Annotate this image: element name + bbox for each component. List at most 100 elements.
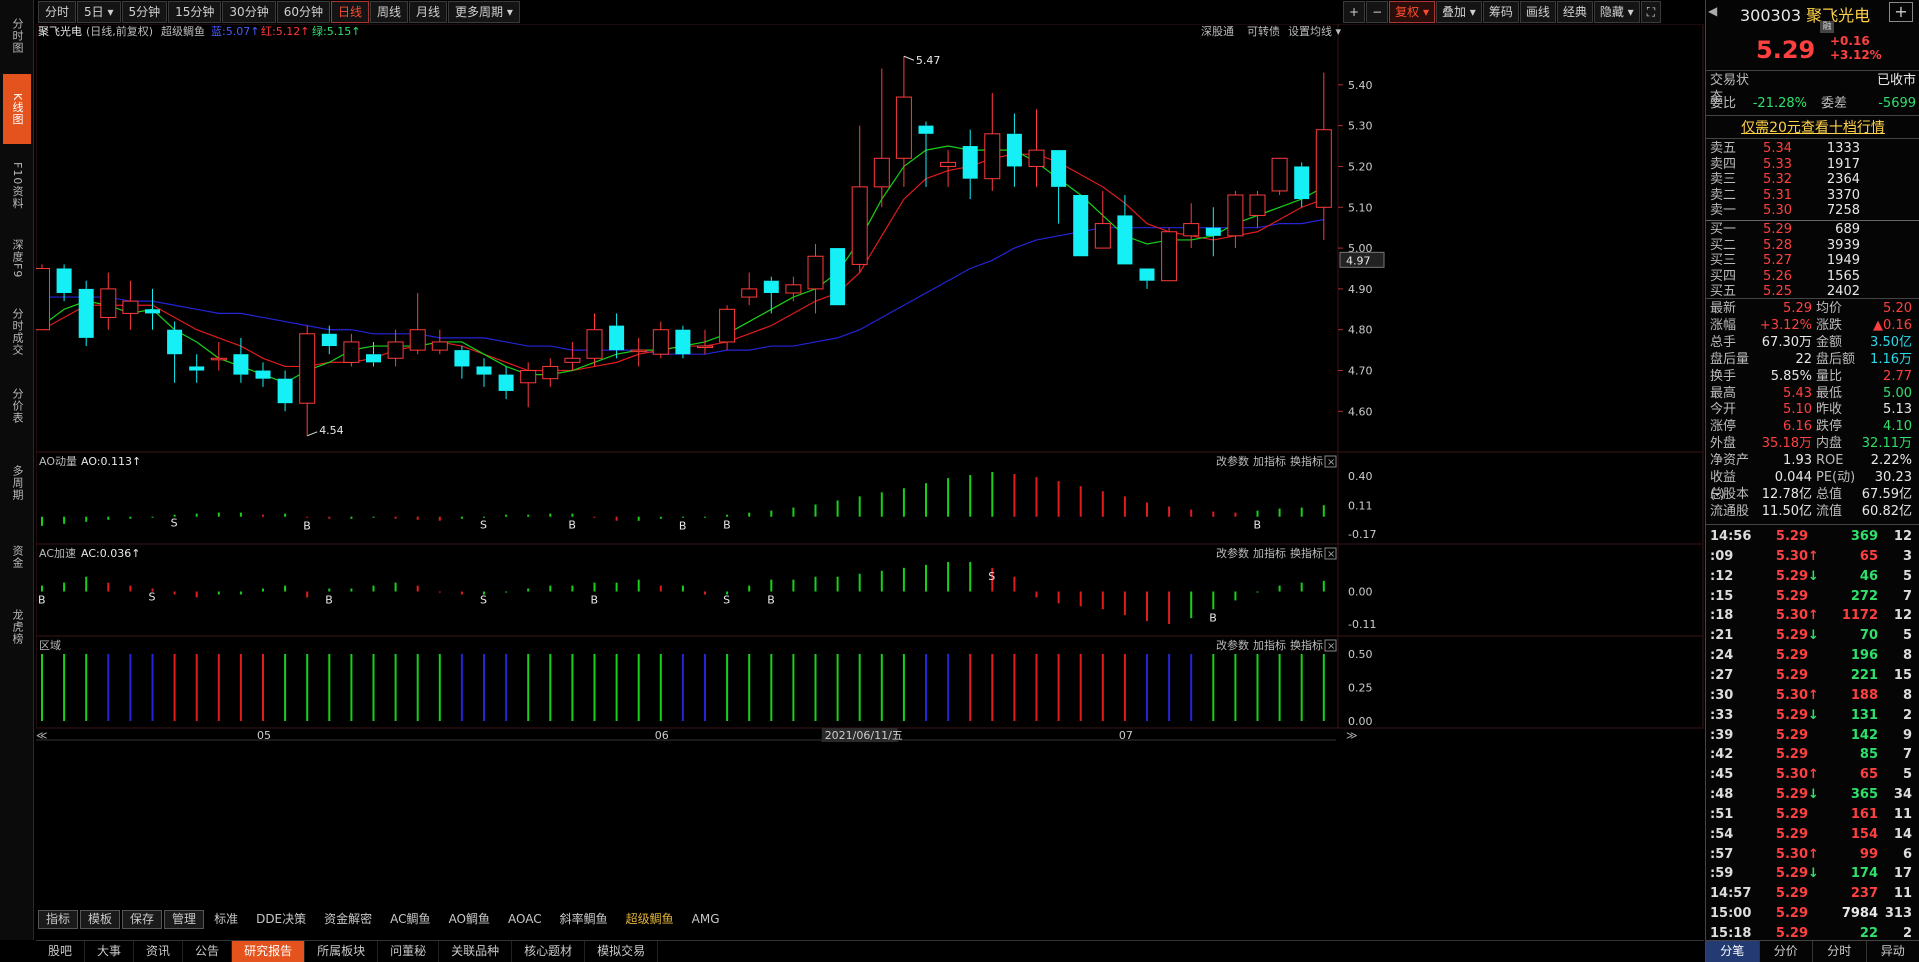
candle[interactable] (409, 292, 426, 355)
candle[interactable] (100, 272, 117, 330)
leftnav-item-2[interactable]: F10资料 (3, 152, 31, 220)
panel-control-0[interactable]: 改参数 (1216, 454, 1249, 468)
period-tab-9[interactable]: 更多周期 ▾ (448, 1, 520, 23)
tool-button-1[interactable]: − (1366, 1, 1389, 23)
period-tab-6[interactable]: 日线 (330, 1, 369, 23)
info-tab-4[interactable]: 研究报告 (232, 941, 306, 962)
info-tab-0[interactable]: 股吧 (36, 941, 86, 962)
tool-button-2[interactable]: 复权 ▾ (1389, 1, 1435, 23)
candle[interactable] (609, 313, 625, 359)
info-tab-2[interactable]: 资讯 (134, 941, 184, 962)
candle[interactable] (675, 325, 691, 359)
indicator-tab-8[interactable]: AO鲷鱼 (441, 910, 498, 929)
indicator-tab-3[interactable]: 管理 (164, 910, 205, 929)
indicator-tab-11[interactable]: 超级鲷鱼 (618, 910, 682, 929)
candle[interactable] (741, 272, 758, 306)
bid-row[interactable]: 买四 5.26 1565 (1710, 269, 1916, 285)
candle[interactable] (34, 264, 50, 331)
candle[interactable] (1028, 109, 1045, 187)
candle[interactable] (1315, 72, 1332, 240)
candle[interactable] (586, 313, 603, 367)
ask-row[interactable]: 卖一 5.30 7258 (1710, 203, 1916, 219)
candle[interactable] (1271, 157, 1288, 196)
candle[interactable] (652, 321, 669, 359)
candle[interactable] (56, 264, 72, 302)
panel-control-0[interactable]: 改参数 (1216, 546, 1249, 560)
panel-control-2[interactable]: 换指标 (1290, 454, 1323, 468)
bid-row[interactable]: 买一 5.29 689 (1710, 222, 1916, 238)
tool-button-4[interactable]: 筹码 (1482, 1, 1519, 23)
tool-button-0[interactable]: + (1343, 1, 1366, 23)
leftnav-item-3[interactable]: 深度F9 (3, 228, 31, 290)
candle[interactable] (476, 358, 492, 387)
candle[interactable] (763, 276, 779, 314)
candle[interactable] (851, 125, 868, 273)
period-tab-7[interactable]: 周线 (370, 1, 409, 23)
info-tab-6[interactable]: 问董秘 (378, 941, 440, 962)
header-link-1[interactable]: 可转债 (1247, 24, 1280, 38)
panel-control-1[interactable]: 加指标 (1253, 638, 1286, 652)
candle[interactable] (387, 329, 404, 367)
info-tab-9[interactable]: 模拟交易 (585, 941, 659, 962)
quote-tab-3[interactable]: 异动 (1867, 941, 1919, 962)
indicator-tab-6[interactable]: 资金解密 (316, 910, 380, 929)
period-tab-2[interactable]: 5分钟 (121, 1, 168, 23)
indicator-tab-7[interactable]: AC鲷鱼 (382, 910, 438, 929)
period-tab-0[interactable]: 分时 (38, 1, 77, 23)
indicator-tab-10[interactable]: 斜率鲷鱼 (552, 910, 616, 929)
indicator-tab-5[interactable]: DDE决策 (248, 910, 314, 929)
leftnav-item-6[interactable]: 多周期 (3, 448, 31, 518)
candle[interactable] (498, 366, 514, 400)
candle[interactable] (940, 150, 957, 187)
candle[interactable] (1139, 268, 1155, 289)
candle[interactable] (1073, 195, 1089, 257)
candle[interactable] (343, 333, 360, 367)
promo-link[interactable]: 仅需20元查看十档行情 (1706, 117, 1919, 137)
tool-button-3[interactable]: 叠加 ▾ (1435, 1, 1482, 23)
leftnav-item-0[interactable]: 分时图 (3, 4, 31, 68)
candle[interactable] (1051, 150, 1067, 224)
info-tab-1[interactable]: 大事 (85, 941, 135, 962)
candle[interactable] (122, 280, 139, 330)
candle[interactable] (807, 244, 824, 314)
panel-control-0[interactable]: 改参数 (1216, 638, 1249, 652)
candle[interactable] (299, 325, 316, 436)
candle[interactable] (630, 337, 647, 367)
panel-control-1[interactable]: 加指标 (1253, 454, 1286, 468)
candle[interactable] (1161, 227, 1178, 282)
scroll-right-button[interactable]: ≫ (1346, 729, 1358, 742)
leftnav-item-1[interactable]: K线图 (3, 74, 31, 144)
ask-row[interactable]: 卖四 5.33 1917 (1710, 157, 1916, 173)
candle[interactable] (830, 248, 846, 306)
panel-control-2[interactable]: 换指标 (1290, 638, 1323, 652)
bid-row[interactable]: 买三 5.27 1949 (1710, 253, 1916, 269)
period-tab-1[interactable]: 5日 ▾ (77, 1, 121, 23)
candle[interactable] (189, 354, 205, 383)
leftnav-item-8[interactable]: 龙虎榜 (3, 596, 31, 658)
quote-tab-2[interactable]: 分时 (1813, 941, 1867, 962)
tool-button-7[interactable]: 隐藏 ▾ (1593, 1, 1640, 23)
prev-stock-icon[interactable]: ◀ (1708, 4, 1720, 18)
candle[interactable] (255, 362, 271, 387)
header-link-0[interactable]: 深股通 (1201, 25, 1234, 38)
period-tab-4[interactable]: 30分钟 (222, 1, 276, 23)
indicator-tab-4[interactable]: 标准 (206, 910, 246, 929)
leftnav-item-4[interactable]: 分时成交 (3, 298, 31, 366)
tool-button-5[interactable]: 画线 (1519, 1, 1556, 23)
info-tab-7[interactable]: 关联品种 (439, 941, 513, 962)
ask-row[interactable]: 卖三 5.32 2364 (1710, 172, 1916, 188)
candle[interactable] (1117, 195, 1133, 265)
candle[interactable] (697, 329, 713, 355)
period-tab-3[interactable]: 15分钟 (168, 1, 222, 23)
panel-control-2[interactable]: 换指标 (1290, 546, 1323, 560)
header-link-2[interactable]: 设置均线 ▾ (1288, 24, 1341, 38)
candle[interactable] (542, 358, 559, 387)
candle[interactable] (873, 68, 890, 208)
candle[interactable] (895, 56, 912, 187)
leftnav-item-5[interactable]: 分价表 (3, 372, 31, 440)
indicator-tab-12[interactable]: AMG (684, 910, 728, 929)
kline-chart[interactable]: 聚飞光电 (日线,前复权) 超级鲷鱼 蓝:5.07↑ 红:5.12↑ 绿:5.15↑ 深股通… (34, 23, 1704, 908)
candle[interactable] (277, 370, 293, 412)
indicator-tab-2[interactable]: 保存 (122, 910, 163, 929)
quote-tab-1[interactable]: 分价 (1760, 941, 1813, 962)
